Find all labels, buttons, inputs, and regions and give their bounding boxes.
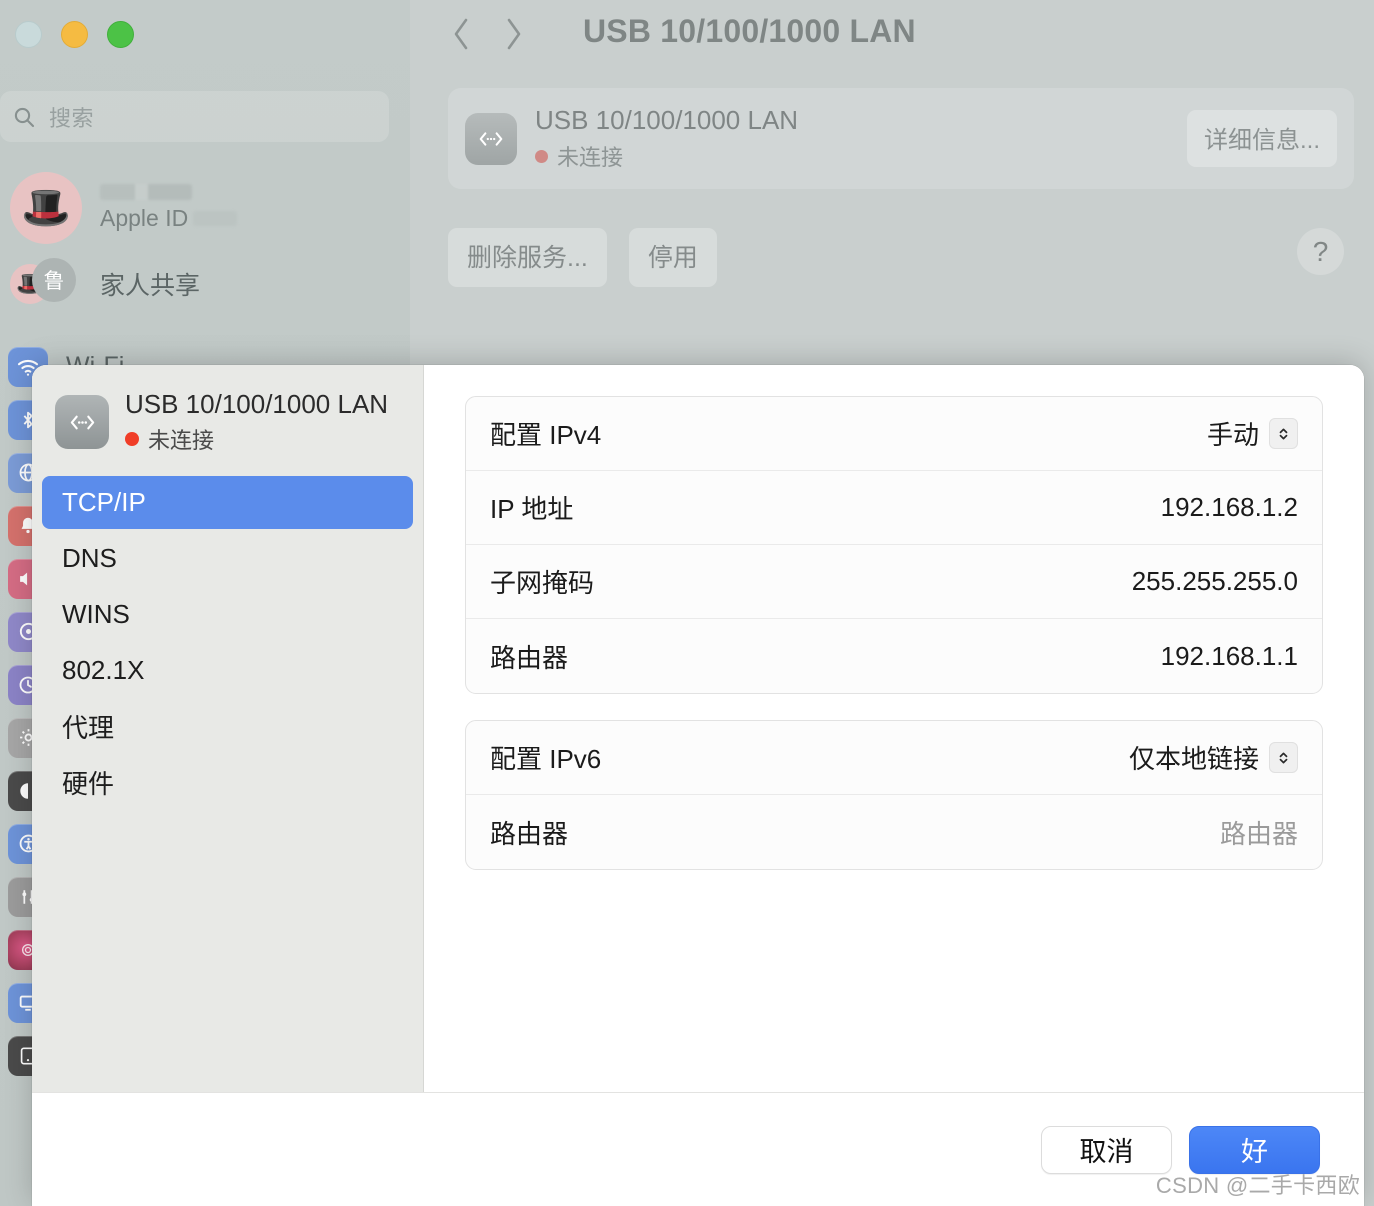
apple-id-label: Apple ID [100, 205, 189, 231]
status-indicator-dot [125, 432, 139, 446]
app-root: 搜索 🎩 Apple ID 🎩 鲁 家人共享 USB 10/100/1000 L… [0, 0, 1374, 1206]
sheet-tab-list: TCP/IP DNS WINS 802.1X 代理 硬件 [42, 476, 413, 812]
row-configure-ipv4[interactable]: 配置 IPv4 手动 [466, 397, 1322, 471]
row-value[interactable]: 手动 [1207, 415, 1298, 452]
router-ipv6-field[interactable]: 路由器 [1220, 814, 1298, 851]
status-indicator-dot [535, 149, 548, 163]
details-button[interactable]: 详细信息... [1186, 110, 1337, 167]
chevron-up-down-icon[interactable] [1269, 418, 1298, 449]
ip-address-field[interactable]: 192.168.1.2 [1161, 492, 1298, 523]
apple-id-line: Apple ID [100, 205, 238, 232]
tab-dns[interactable]: DNS [42, 532, 413, 585]
cancel-button[interactable]: 取消 [1041, 1125, 1172, 1174]
window-controls [15, 21, 134, 48]
ipv4-card: 配置 IPv4 手动 IP 地址 192.168.1.2 子网掩码 255.25… [465, 396, 1323, 694]
tab-8021x[interactable]: 802.1X [42, 644, 413, 697]
row-value[interactable]: 仅本地链接 [1129, 739, 1298, 776]
profile-name-redacted [100, 184, 192, 200]
navigation-arrows [448, 12, 527, 56]
search-placeholder: 搜索 [49, 105, 95, 131]
interface-name: USB 10/100/1000 LAN [535, 105, 799, 135]
tab-tcpip[interactable]: TCP/IP [42, 476, 413, 529]
chevron-right-icon[interactable] [501, 12, 527, 56]
row-ip-address[interactable]: IP 地址 192.168.1.2 [466, 471, 1322, 545]
family-avatars: 🎩 鲁 [10, 258, 76, 310]
network-adapter-icon [465, 112, 517, 165]
action-buttons: 删除服务... 停用 [448, 228, 717, 287]
sheet-interface-status: 未连接 [125, 423, 388, 455]
interface-status: 未连接 [535, 140, 798, 172]
row-label: 配置 IPv6 [490, 744, 602, 774]
configure-ipv4-value: 手动 [1206, 420, 1259, 450]
row-label: 路由器 [490, 642, 569, 673]
tab-label: 802.1X [62, 655, 145, 685]
row-label: IP 地址 [490, 494, 574, 524]
row-configure-ipv6[interactable]: 配置 IPv6 仅本地链接 [466, 721, 1322, 795]
minimize-button[interactable] [61, 21, 88, 48]
tcpip-settings-sheet: USB 10/100/1000 LAN 未连接 TCP/IP DNS WINS … [32, 365, 1364, 1206]
row-label: 路由器 [490, 818, 569, 849]
avatar: 🎩 [10, 172, 82, 244]
chevron-left-icon[interactable] [448, 12, 474, 56]
family-avatar-secondary: 鲁 [32, 258, 76, 302]
help-button[interactable]: ? [1297, 228, 1344, 275]
tab-label: 代理 [62, 713, 115, 743]
page-title: USB 10/100/1000 LAN [583, 13, 916, 49]
tab-label: 硬件 [62, 769, 115, 799]
sidebar-item-family-sharing[interactable]: 🎩 鲁 家人共享 [10, 258, 200, 310]
tab-wins[interactable]: WINS [42, 588, 413, 641]
tab-label: WINS [62, 599, 130, 629]
row-label: 子网掩码 [490, 568, 595, 598]
tab-proxies[interactable]: 代理 [42, 700, 413, 753]
watermark: CSDN @二手卡西欧 [1155, 1173, 1360, 1198]
profile-text: Apple ID [100, 184, 238, 232]
tab-hardware[interactable]: 硬件 [42, 756, 413, 809]
row-router-ipv6[interactable]: 路由器 路由器 [466, 795, 1322, 869]
sheet-header-texts: USB 10/100/1000 LAN 未连接 [125, 389, 388, 455]
close-button[interactable] [15, 21, 42, 48]
sheet-interface-name: USB 10/100/1000 LAN [125, 389, 389, 419]
sheet-main: 配置 IPv4 手动 IP 地址 192.168.1.2 子网掩码 255.25… [424, 365, 1364, 1092]
maximize-button[interactable] [107, 21, 134, 48]
tab-label: TCP/IP [62, 487, 146, 517]
network-adapter-icon [55, 395, 109, 449]
interface-card: USB 10/100/1000 LAN 未连接 详细信息... [448, 88, 1354, 189]
search-input[interactable]: 搜索 [0, 91, 389, 142]
sidebar-item-label: 家人共享 [100, 272, 201, 300]
configure-ipv6-value: 仅本地链接 [1128, 744, 1259, 774]
disable-service-button[interactable]: 停用 [628, 228, 717, 287]
status-badge: 未连接 [148, 428, 215, 453]
row-subnet-mask[interactable]: 子网掩码 255.255.255.0 [466, 545, 1322, 619]
sheet-sidebar: USB 10/100/1000 LAN 未连接 TCP/IP DNS WINS … [32, 365, 424, 1092]
status-badge: 未连接 [557, 145, 624, 170]
apple-id-redacted [193, 211, 238, 226]
remove-service-button[interactable]: 删除服务... [448, 228, 607, 287]
sheet-body: USB 10/100/1000 LAN 未连接 TCP/IP DNS WINS … [32, 365, 1364, 1092]
ipv6-card: 配置 IPv6 仅本地链接 路由器 路由器 [465, 720, 1323, 870]
sheet-header: USB 10/100/1000 LAN 未连接 [42, 389, 413, 455]
subnet-mask-field[interactable]: 255.255.255.0 [1132, 566, 1298, 597]
profile-row[interactable]: 🎩 Apple ID [10, 172, 238, 244]
chevron-up-down-icon[interactable] [1269, 742, 1298, 773]
ok-button[interactable]: 好 [1189, 1125, 1320, 1174]
tab-label: DNS [62, 543, 117, 573]
router-ipv4-field[interactable]: 192.168.1.1 [1161, 641, 1298, 672]
search-icon [14, 107, 35, 127]
row-label: 配置 IPv4 [490, 420, 602, 450]
row-router-ipv4[interactable]: 路由器 192.168.1.1 [466, 619, 1322, 693]
interface-texts: USB 10/100/1000 LAN 未连接 [535, 105, 798, 172]
